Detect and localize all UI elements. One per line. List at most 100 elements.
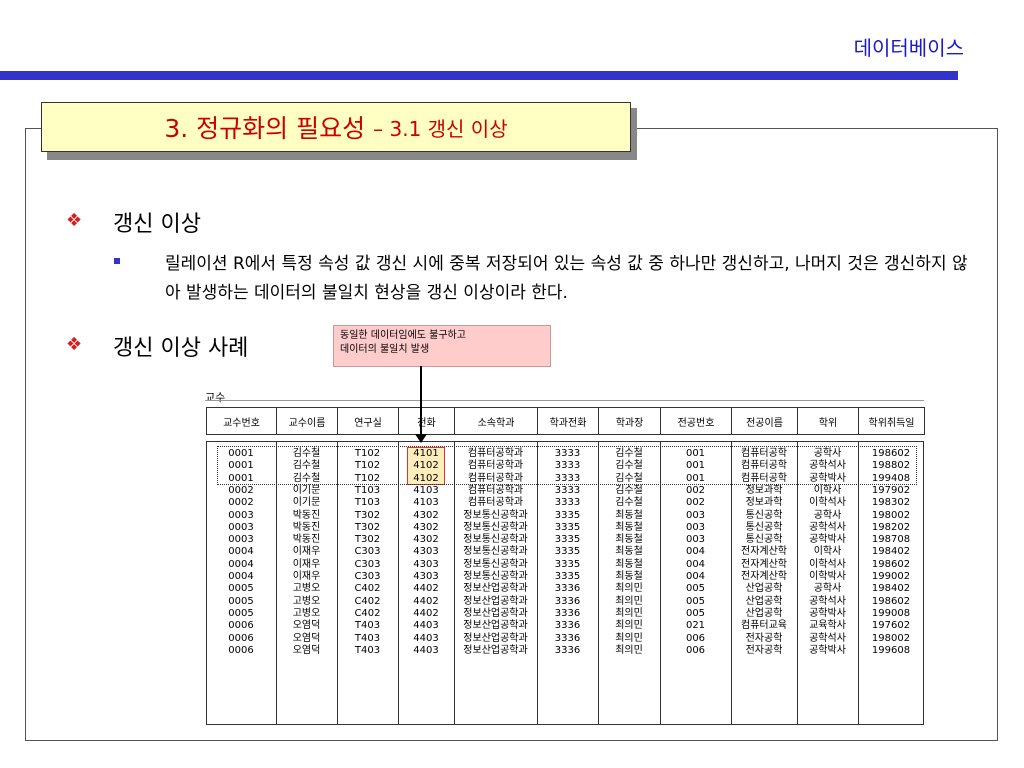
table-cell: C303 bbox=[354, 571, 381, 582]
table-cell: 3335 bbox=[554, 521, 581, 533]
table-cell: 199608 bbox=[871, 644, 911, 656]
table-cell: 198002 bbox=[871, 509, 911, 521]
table-cell: 전자계산학 bbox=[741, 558, 787, 570]
table-cell: 198602 bbox=[871, 558, 911, 570]
table-cell: 박동진 bbox=[292, 534, 321, 546]
table-cell: 4102 bbox=[413, 472, 439, 484]
table-cell: 4302 bbox=[413, 509, 439, 521]
table-cell: 컴퓨터공학과 bbox=[467, 472, 524, 484]
table-cell: 전자계산학 bbox=[741, 571, 787, 582]
table-cell: T102 bbox=[354, 448, 381, 459]
table-cell: 3333 bbox=[554, 484, 581, 496]
table-cell: 김수철 bbox=[615, 497, 643, 509]
header-bar bbox=[0, 71, 958, 80]
table-cell: 산업공학 bbox=[745, 583, 783, 595]
bullet-paragraph: 릴레이션 R에서 특정 속성 값 갱신 시에 중복 저장되어 있는 속성 값 중… bbox=[165, 254, 968, 303]
table-row: 0005 고병오 C402 4402 정보산업공학과 3336 최의민 005 산업공학 공학박사… bbox=[206, 608, 924, 620]
table-cell: 정보산업공학과 bbox=[463, 620, 528, 632]
table-cell: T102 bbox=[354, 460, 381, 472]
arrow-down-icon bbox=[415, 434, 427, 443]
table-cell: 4303 bbox=[413, 558, 439, 570]
table-cell: 3336 bbox=[554, 607, 581, 619]
table-cell: 최의민 bbox=[615, 644, 643, 656]
table-cell: 이학사 bbox=[813, 484, 842, 496]
table-cell: T403 bbox=[354, 632, 381, 644]
table-cell: 198802 bbox=[871, 460, 911, 472]
table-cell: 이재우 bbox=[292, 571, 321, 582]
table-cell: 3336 bbox=[554, 583, 581, 595]
table-cell: 통신공학 bbox=[745, 509, 783, 521]
table-cell: 4403 bbox=[413, 632, 439, 644]
table-cell: 4303 bbox=[413, 546, 439, 558]
table-cell: 공학석사 bbox=[809, 460, 846, 472]
table-cell: 198202 bbox=[871, 521, 911, 533]
table-cell: 김수철 bbox=[615, 448, 643, 459]
table-row: 0006 오염덕 T403 4403 정보산업공학과 3336 최의민 006 전자공학 공학석사… bbox=[206, 633, 924, 645]
table-cell: C402 bbox=[354, 583, 381, 595]
table-cell: T102 bbox=[354, 472, 381, 484]
table-cell: T403 bbox=[354, 644, 381, 656]
table-cell: 전자공학 bbox=[745, 632, 783, 644]
table-cell: 최동철 bbox=[615, 571, 643, 582]
table-cell: 4103 bbox=[413, 484, 439, 496]
table-cell: 199002 bbox=[871, 571, 911, 582]
table-cell: 이학사 bbox=[813, 546, 842, 558]
table-cell: 컴퓨터공학과 bbox=[467, 460, 524, 472]
table-cell: 0003 bbox=[228, 534, 254, 546]
table-cell: 199408 bbox=[871, 472, 911, 484]
table-cell: 최동철 bbox=[615, 521, 643, 533]
table-cell: 박동진 bbox=[292, 521, 321, 533]
table-cell: 컴퓨터교육 bbox=[741, 620, 787, 632]
slide-title: 3. 정규화의 필요성 – 3.1 갱신 이상 bbox=[41, 102, 631, 152]
table-cell: 김수철 bbox=[615, 484, 643, 496]
table-cell: 정보산업공학과 bbox=[463, 607, 528, 619]
table-cell: 이기문 bbox=[292, 497, 321, 509]
table-row: 0006 오염덕 T403 4403 정보산업공학과 3336 최의민 021 컴퓨터교육 교육학… bbox=[206, 620, 924, 632]
table-cell: 최의민 bbox=[615, 620, 643, 632]
table-row: 0003 박동진 T302 4302 정보통신공학과 3335 최동철 003 통신공학 공학박사… bbox=[206, 534, 924, 546]
column-header: 소속학과 bbox=[454, 407, 538, 435]
table-cell: 4402 bbox=[413, 583, 439, 595]
bullet-heading-2: 갱신 이상 사례 bbox=[113, 336, 249, 361]
table-cell: 0001 bbox=[228, 472, 254, 484]
table-cell: 고병오 bbox=[292, 583, 321, 595]
table-cell: 컴퓨터공학과 bbox=[467, 497, 524, 509]
table-cell: 정보산업공학과 bbox=[463, 583, 528, 595]
table-cell: 공학사 bbox=[813, 448, 842, 459]
table-cell: 002 bbox=[685, 484, 706, 496]
table-cell: 0001 bbox=[228, 448, 254, 459]
table-cell: 정보과학 bbox=[745, 484, 783, 496]
table-cell: 4303 bbox=[413, 571, 439, 582]
table-cell: 0005 bbox=[228, 583, 254, 595]
table-cell: 이학석사 bbox=[809, 558, 846, 570]
table-cell: 최의민 bbox=[615, 632, 643, 644]
table-row: 0003 박동진 T302 4302 정보통신공학과 3335 최동철 003 통신공학 공학석사… bbox=[206, 522, 924, 534]
table-cell: 004 bbox=[685, 558, 706, 570]
table-cell: 198602 bbox=[871, 448, 911, 459]
table-cell: 002 bbox=[685, 497, 706, 509]
table-cell: 통신공학 bbox=[745, 521, 783, 533]
table-cell: 오염덕 bbox=[292, 644, 321, 656]
table-cell: 3336 bbox=[554, 595, 581, 607]
table-top-rule bbox=[206, 400, 924, 401]
diamond-bullet-icon: ❖ bbox=[66, 334, 83, 355]
column-header: 연구실 bbox=[337, 407, 399, 435]
table-row: 0006 오염덕 T403 4403 정보산업공학과 3336 최의민 006 전자공학 공학박사… bbox=[206, 645, 924, 657]
table-cell: 3336 bbox=[554, 644, 581, 656]
table-cell: 산업공학 bbox=[745, 607, 783, 619]
table-cell: 정보통신공학과 bbox=[463, 571, 528, 582]
table-cell: 4403 bbox=[413, 644, 439, 656]
table-cell: 4302 bbox=[413, 521, 439, 533]
table-row: 0005 고병오 C402 4402 정보산업공학과 3336 최의민 005 산업공학 공학석사… bbox=[206, 596, 924, 608]
table-cell: 003 bbox=[685, 509, 706, 521]
table-cell: 0005 bbox=[228, 595, 254, 607]
table-cell: 산업공학 bbox=[745, 595, 783, 607]
table-row: 0001 김수철 T102 4102 컴퓨터공학과 3333 김수철 001 컴퓨터공학 공학박사… bbox=[206, 473, 924, 485]
table-cell: T103 bbox=[354, 497, 381, 509]
table-cell: 0002 bbox=[228, 484, 254, 496]
table-cell: 고병오 bbox=[292, 607, 321, 619]
diamond-bullet-icon: ❖ bbox=[66, 210, 83, 231]
table-cell: 컴퓨터공학 bbox=[741, 460, 787, 472]
table-cell: 3335 bbox=[554, 534, 581, 546]
table-cell: C402 bbox=[354, 595, 381, 607]
